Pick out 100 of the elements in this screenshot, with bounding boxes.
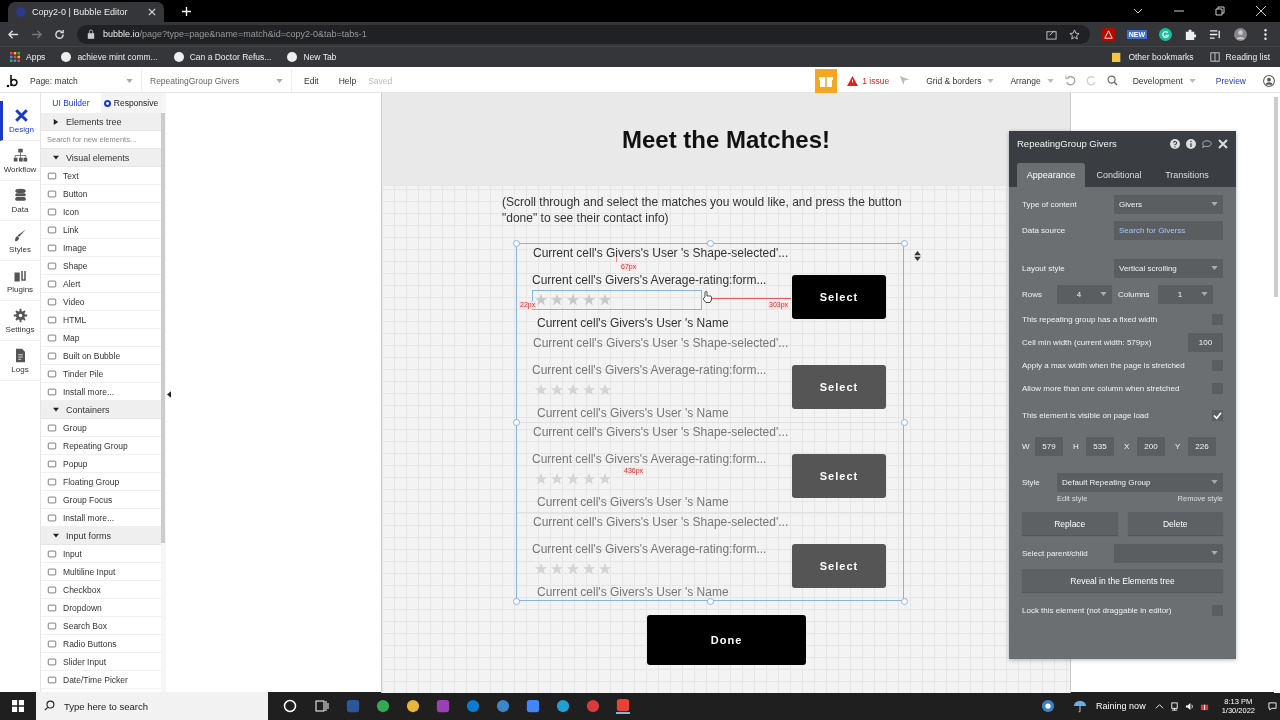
- star-rating[interactable]: [535, 562, 611, 575]
- taskbar-search-field[interactable]: Type here to search: [36, 692, 268, 720]
- shape-text[interactable]: Current cell's Givers's User 's Shape-selected'...: [533, 514, 789, 529]
- network-icon[interactable]: [1169, 701, 1179, 711]
- task-view-icon[interactable]: [315, 699, 329, 713]
- content-type-dropdown[interactable]: Givers: [1114, 194, 1223, 214]
- speaker-icon[interactable]: [1184, 701, 1194, 711]
- select-button[interactable]: Select: [792, 543, 886, 588]
- taskbar-app-icon[interactable]: [496, 699, 510, 713]
- address-bar[interactable]: bubble.io/page?type=page&name=match&id=copy2-0&tab=tabs-1: [103, 29, 367, 39]
- rating-text[interactable]: Current cell's Givers's Average-rating:form...: [532, 362, 767, 377]
- nav-tab[interactable]: Settings: [0, 301, 40, 341]
- elements-tree-toggle[interactable]: Elements tree: [41, 113, 161, 131]
- undo-icon[interactable]: [1064, 75, 1076, 86]
- element-dropdown[interactable]: RepeatingGroup Givers: [142, 68, 292, 93]
- reading-list-link[interactable]: Reading list: [1225, 52, 1270, 62]
- grammar-extension-icon[interactable]: [1159, 27, 1172, 41]
- data-source-field[interactable]: Search for Giverss: [1114, 220, 1223, 240]
- site-icon[interactable]: [61, 52, 72, 62]
- rows-dropdown[interactable]: 4: [1057, 284, 1112, 304]
- name-text[interactable]: Current cell's Givers's User 's Name: [537, 405, 729, 420]
- toolbar-dropdown[interactable]: Arrange: [1000, 68, 1060, 93]
- taskbar-app-icon[interactable]: [616, 698, 630, 714]
- close-icon[interactable]: [1218, 138, 1228, 149]
- min-width-field[interactable]: 100: [1188, 333, 1223, 352]
- bookmark[interactable]: New Tab: [303, 52, 337, 62]
- puzzle-icon[interactable]: [1184, 27, 1197, 41]
- resize-handle[interactable]: [513, 419, 520, 426]
- rating-text[interactable]: Current cell's Givers's Average-rating:form...: [532, 541, 767, 556]
- new-tab-icon[interactable]: [182, 7, 191, 16]
- panel-tab[interactable]: Transitions: [1153, 163, 1221, 187]
- columns-dropdown[interactable]: 1: [1158, 284, 1213, 304]
- page-heading[interactable]: Meet the Matches!: [621, 125, 830, 154]
- playlist-icon[interactable]: [1209, 27, 1222, 41]
- repeating-group[interactable]: [516, 243, 904, 601]
- taskbar-app-icon[interactable]: [406, 699, 420, 713]
- restore-icon[interactable]: [1215, 6, 1225, 16]
- version-dropdown[interactable]: Development: [1122, 68, 1202, 93]
- taskbar-app-icon[interactable]: [376, 699, 390, 713]
- site-icon[interactable]: [287, 52, 298, 62]
- name-text[interactable]: Current cell's Givers's User 's Name: [537, 495, 729, 509]
- section-header[interactable]: Visual elements: [41, 149, 161, 167]
- star-rating[interactable]: [535, 294, 611, 306]
- bookmark[interactable]: achieve mint comm...: [77, 52, 158, 62]
- panel-button[interactable]: Replace: [1022, 512, 1118, 535]
- forward-icon[interactable]: [31, 28, 42, 40]
- apps-grid-icon[interactable]: [10, 52, 20, 62]
- nav-tab[interactable]: Data: [0, 181, 40, 221]
- search-icon[interactable]: [44, 700, 55, 711]
- taskbar-app-icon[interactable]: [556, 699, 570, 713]
- reload-icon[interactable]: [54, 28, 65, 40]
- taskbar-app-icon[interactable]: [526, 699, 540, 713]
- shape-text[interactable]: Current cell's Givers's User 's Shape-selected'...: [533, 425, 789, 439]
- checkbox[interactable]: [1212, 410, 1223, 421]
- reading-list-icon[interactable]: [1209, 52, 1220, 62]
- name-text[interactable]: Current cell's Givers's User 's Name: [537, 584, 729, 599]
- nav-tab[interactable]: Plugins: [0, 261, 40, 301]
- avatar-icon[interactable]: [1234, 27, 1247, 41]
- section-header[interactable]: Containers: [41, 401, 161, 419]
- dimension-field[interactable]: 579: [1035, 437, 1063, 456]
- folder-icon[interactable]: [1112, 52, 1123, 62]
- resize-handle[interactable]: [901, 240, 908, 247]
- windows-start-icon[interactable]: [12, 700, 24, 712]
- nav-tab[interactable]: Workflow: [0, 141, 40, 181]
- select-button[interactable]: Select: [792, 364, 886, 409]
- toolbar-dropdown[interactable]: Grid & borders: [916, 68, 1001, 93]
- select-button[interactable]: Select: [792, 275, 886, 319]
- rating-text[interactable]: Current cell's Givers's Average-rating:form...: [532, 452, 767, 466]
- issues-link[interactable]: 1 issue: [862, 75, 890, 86]
- dimension-field[interactable]: 226: [1188, 437, 1216, 456]
- resize-handle[interactable]: [707, 240, 714, 247]
- star-rating[interactable]: [535, 473, 611, 485]
- chevron-down-icon[interactable]: [1133, 6, 1143, 16]
- back-icon[interactable]: [8, 28, 19, 40]
- style-dropdown[interactable]: Default Repeating Group: [1057, 472, 1223, 492]
- preview-link[interactable]: Preview: [1201, 75, 1258, 86]
- share-icon[interactable]: [1045, 28, 1057, 40]
- cortana-icon[interactable]: [283, 699, 297, 713]
- select-button[interactable]: Select: [792, 454, 886, 498]
- sort-icon[interactable]: [914, 251, 921, 261]
- menu-item[interactable]: Help: [326, 75, 365, 86]
- shape-text[interactable]: Current cell's Givers's User 's Shape-selected'...: [533, 246, 789, 260]
- layout-dropdown[interactable]: Vertical scrolling: [1114, 258, 1223, 278]
- notification-icon[interactable]: [1268, 701, 1277, 711]
- pdf-extension-icon[interactable]: [1101, 27, 1115, 41]
- nav-tab[interactable]: Styles: [0, 221, 40, 261]
- warning-icon[interactable]: [847, 75, 859, 86]
- panel-tab[interactable]: Appearance: [1017, 163, 1085, 187]
- taskbar-app-icon[interactable]: [586, 699, 600, 713]
- bookmark[interactable]: Can a Doctor Refus...: [189, 52, 272, 62]
- resize-handle[interactable]: [513, 598, 520, 605]
- shape-text[interactable]: Current cell's Givers's User 's Shape-selected'...: [533, 335, 789, 350]
- dimension-field[interactable]: 200: [1137, 437, 1165, 456]
- bookmark[interactable]: Apps: [26, 52, 46, 62]
- builder-tab[interactable]: Responsive: [101, 93, 161, 113]
- bookmark-folder[interactable]: Other bookmarks: [1128, 52, 1194, 62]
- close-icon[interactable]: [1256, 6, 1266, 16]
- comment-icon[interactable]: [1202, 138, 1212, 149]
- info-icon[interactable]: [1186, 138, 1196, 149]
- panel-tab[interactable]: Conditional: [1085, 163, 1153, 187]
